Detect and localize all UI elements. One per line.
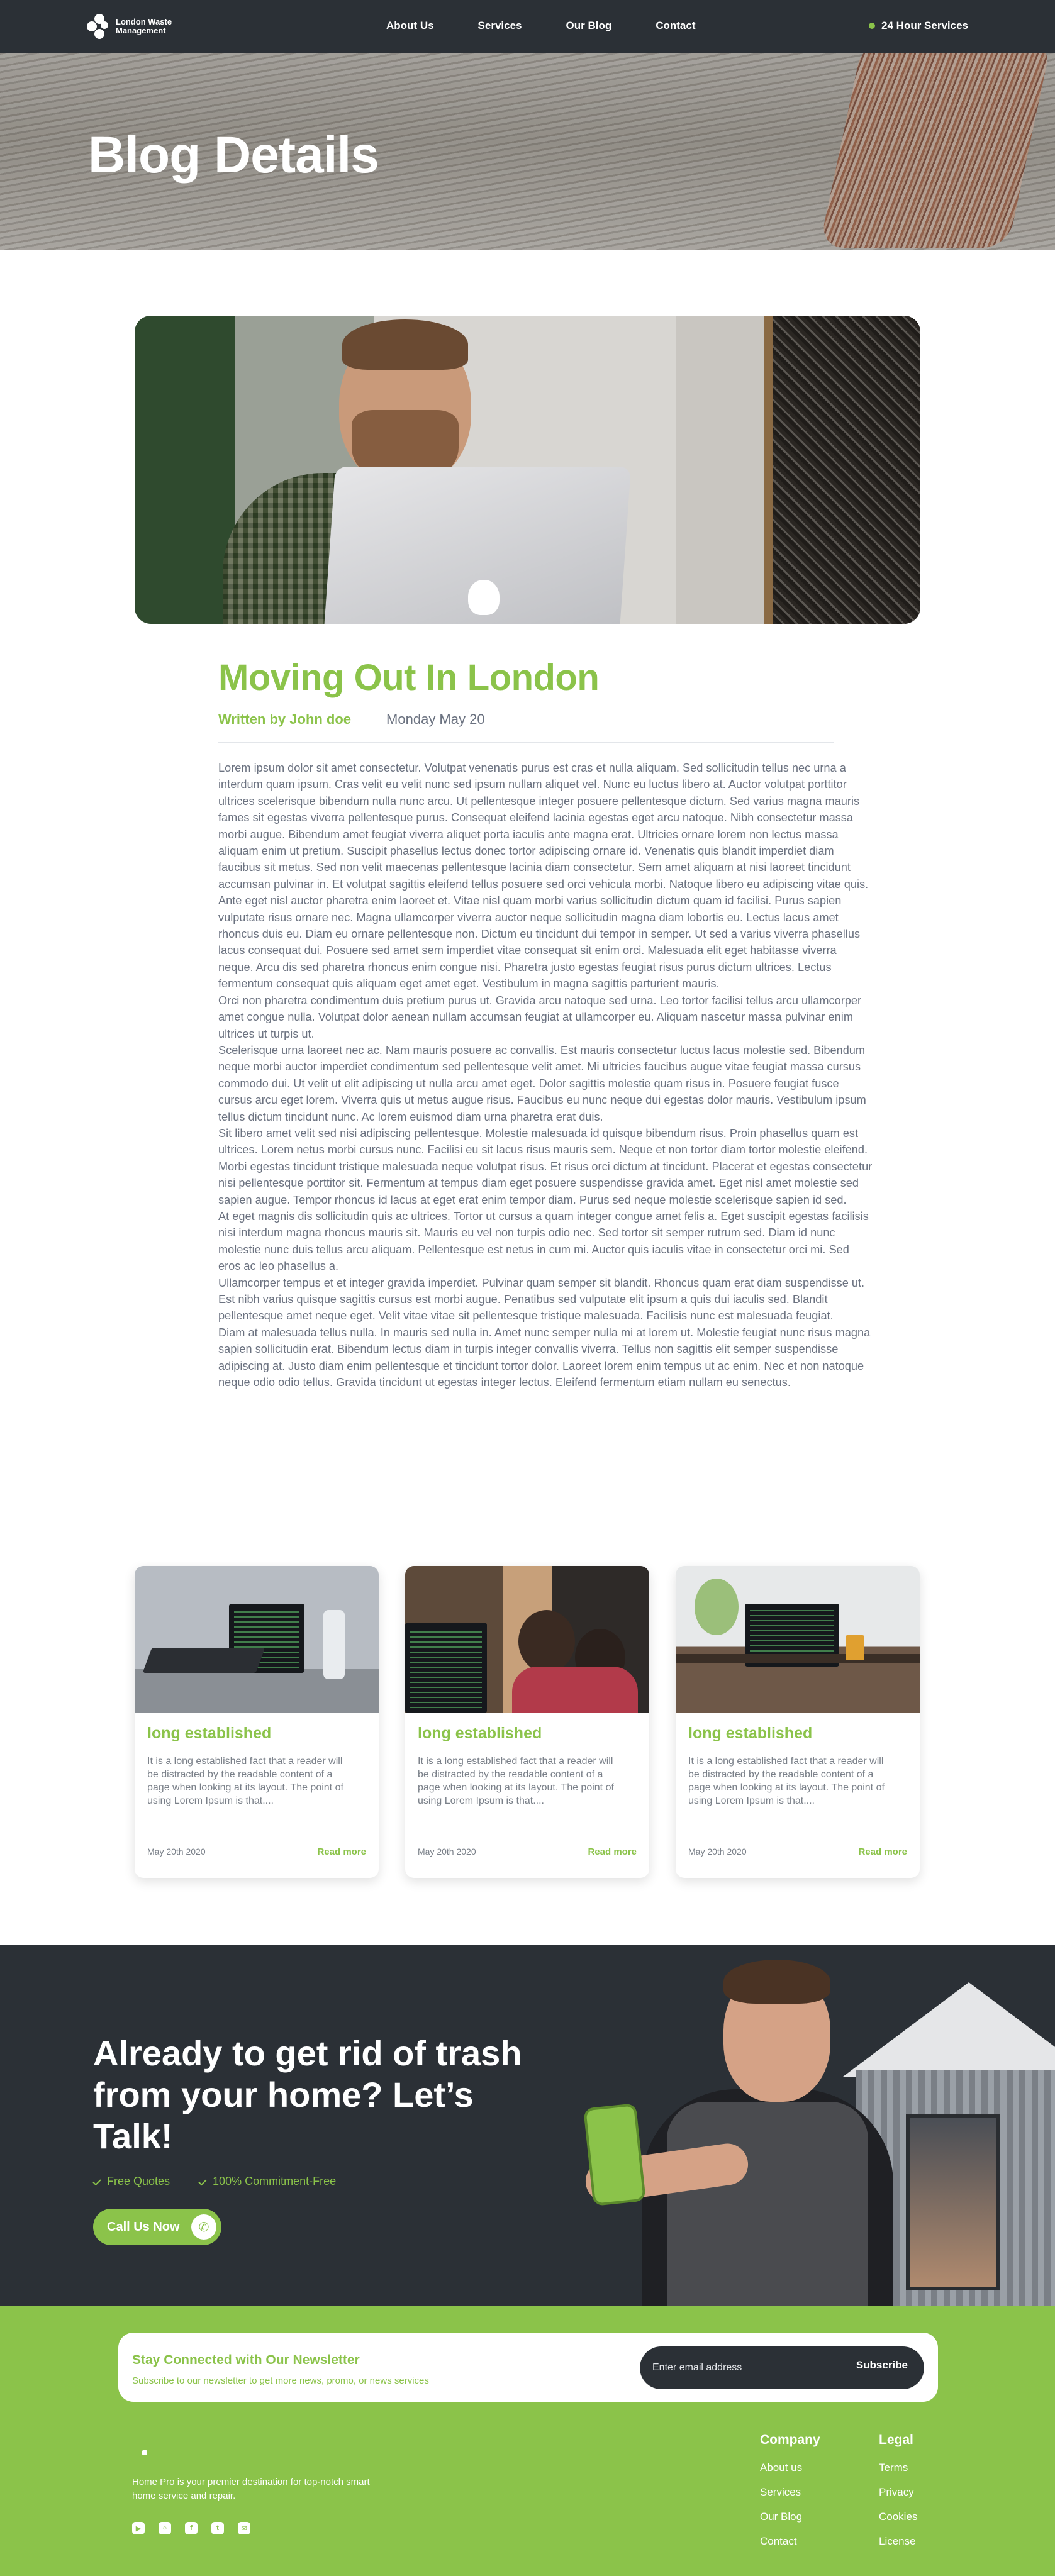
article-title: Moving Out In London <box>218 657 600 698</box>
phone-icon: ✆ <box>191 2214 216 2240</box>
blog-card-image <box>676 1566 920 1713</box>
footer-description: Home Pro is your premier destination for… <box>132 2477 370 2501</box>
blog-card[interactable]: long established It is a long establishe… <box>676 1566 920 1878</box>
phone-image <box>583 2103 646 2206</box>
page-title: Blog Details <box>88 126 379 184</box>
nav-links: About Us Services Our Blog Contact <box>386 19 740 32</box>
nav-link-blog[interactable]: Our Blog <box>566 19 612 32</box>
footer-logo[interactable] <box>142 2450 147 2455</box>
blog-card-date: May 20th 2020 <box>418 1846 476 1857</box>
brand-name: London Waste Management <box>116 17 172 35</box>
footer-link-privacy[interactable]: Privacy <box>879 2486 917 2499</box>
article-paragraph: Ullamcorper tempus et et integer gravida… <box>218 1276 865 1323</box>
nav-link-about[interactable]: About Us <box>386 19 434 32</box>
blog-card-excerpt: It is a long established fact that a rea… <box>147 1756 343 1806</box>
blog-card-excerpt: It is a long established fact that a rea… <box>418 1756 614 1806</box>
footer-legal-column: Legal Terms Privacy Cookies License <box>879 2433 917 2560</box>
hero-banner: Blog Details <box>0 53 1055 250</box>
article-paragraph: Diam at malesuada tellus nulla. In mauri… <box>218 1326 871 1389</box>
subscribe-button[interactable]: Subscribe <box>856 2359 908 2372</box>
article-meta: Written by John doe Monday May 20 <box>218 711 485 728</box>
footer-link-cookies[interactable]: Cookies <box>879 2511 917 2523</box>
footer-link-about[interactable]: About us <box>760 2462 820 2474</box>
read-more-link[interactable]: Read more <box>858 1846 907 1857</box>
footer-link-contact[interactable]: Contact <box>760 2535 820 2548</box>
article-date: Monday May 20 <box>386 711 485 727</box>
cta-benefits: Free Quotes 100% Commitment-Free <box>92 2175 336 2188</box>
divider <box>218 742 834 743</box>
related-posts: long established It is a long establishe… <box>135 1566 920 1880</box>
blog-card-title[interactable]: long established <box>688 1724 812 1743</box>
article-paragraph: Sit libero amet velit sed nisi adipiscin… <box>218 1126 873 1206</box>
article-feature-image <box>135 316 920 624</box>
blog-card-image <box>135 1566 379 1713</box>
footer-link-blog[interactable]: Our Blog <box>760 2511 820 2523</box>
call-us-label: Call Us Now <box>107 2219 180 2234</box>
mail-icon[interactable]: ✉ <box>238 2522 250 2534</box>
blog-card[interactable]: long established It is a long establishe… <box>405 1566 649 1878</box>
blog-card-title[interactable]: long established <box>418 1724 542 1743</box>
instagram-icon[interactable]: ○ <box>159 2522 171 2534</box>
status-dot-icon <box>869 23 876 29</box>
article-author: Written by John doe <box>218 711 352 727</box>
apple-logo-icon <box>468 580 500 615</box>
blog-card[interactable]: long established It is a long establishe… <box>135 1566 379 1878</box>
call-to-action-section: Already to get rid of trash from your ho… <box>0 1945 1055 2306</box>
read-more-link[interactable]: Read more <box>588 1846 637 1857</box>
check-icon <box>198 2177 207 2186</box>
newsletter-title: Stay Connected with Our Newsletter <box>132 2353 360 2367</box>
blog-card-date: May 20th 2020 <box>147 1846 206 1857</box>
article-paragraph: Orci non pharetra condimentum duis preti… <box>218 994 862 1040</box>
benefit-item: Free Quotes <box>92 2175 170 2188</box>
footer-company-column: Company About us Services Our Blog Conta… <box>760 2433 820 2560</box>
logo-icon <box>87 14 109 39</box>
footer-heading-legal: Legal <box>879 2433 913 2447</box>
footer-link-terms[interactable]: Terms <box>879 2462 917 2474</box>
nav-link-contact[interactable]: Contact <box>656 19 695 32</box>
cta-title: Already to get rid of trash from your ho… <box>93 2033 522 2156</box>
article-paragraph: At eget magnis dis sollicitudin quis ac … <box>218 1209 869 1273</box>
blog-card-date: May 20th 2020 <box>688 1846 747 1857</box>
call-us-button[interactable]: Call Us Now ✆ <box>93 2209 221 2245</box>
nav-link-services[interactable]: Services <box>478 19 522 32</box>
check-icon <box>92 2177 101 2186</box>
newsletter-subtitle: Subscribe to our newsletter to get more … <box>132 2375 429 2386</box>
article-paragraph: Lorem ipsum dolor sit amet consectetur. … <box>218 762 869 991</box>
blog-card-image <box>405 1566 649 1713</box>
newsletter-form: Subscribe <box>640 2346 924 2389</box>
footer-link-license[interactable]: License <box>879 2535 917 2548</box>
footer-heading-company: Company <box>760 2433 820 2447</box>
youtube-icon[interactable]: ▶ <box>132 2522 145 2534</box>
benefit-item: 100% Commitment-Free <box>198 2175 336 2188</box>
brand-logo[interactable]: London Waste Management <box>87 14 172 39</box>
newsletter-box: Stay Connected with Our Newsletter Subsc… <box>118 2333 938 2402</box>
article-paragraph: Scelerisque urna laoreet nec ac. Nam mau… <box>218 1043 866 1123</box>
social-links: ▶ ○ f t ✉ <box>132 2522 250 2534</box>
service-status: 24 Hour Services <box>869 19 968 32</box>
twitter-icon[interactable]: t <box>211 2522 224 2534</box>
top-navbar: London Waste Management About Us Service… <box>0 0 1055 53</box>
facebook-icon[interactable]: f <box>185 2522 198 2534</box>
status-label: 24 Hour Services <box>881 19 968 31</box>
footer-link-services[interactable]: Services <box>760 2486 820 2499</box>
email-input[interactable] <box>652 2357 829 2379</box>
read-more-link[interactable]: Read more <box>317 1846 366 1857</box>
blog-card-title[interactable]: long established <box>147 1724 271 1743</box>
article-body: Lorem ipsum dolor sit amet consectetur. … <box>218 760 873 1391</box>
blog-card-excerpt: It is a long established fact that a rea… <box>688 1756 885 1806</box>
